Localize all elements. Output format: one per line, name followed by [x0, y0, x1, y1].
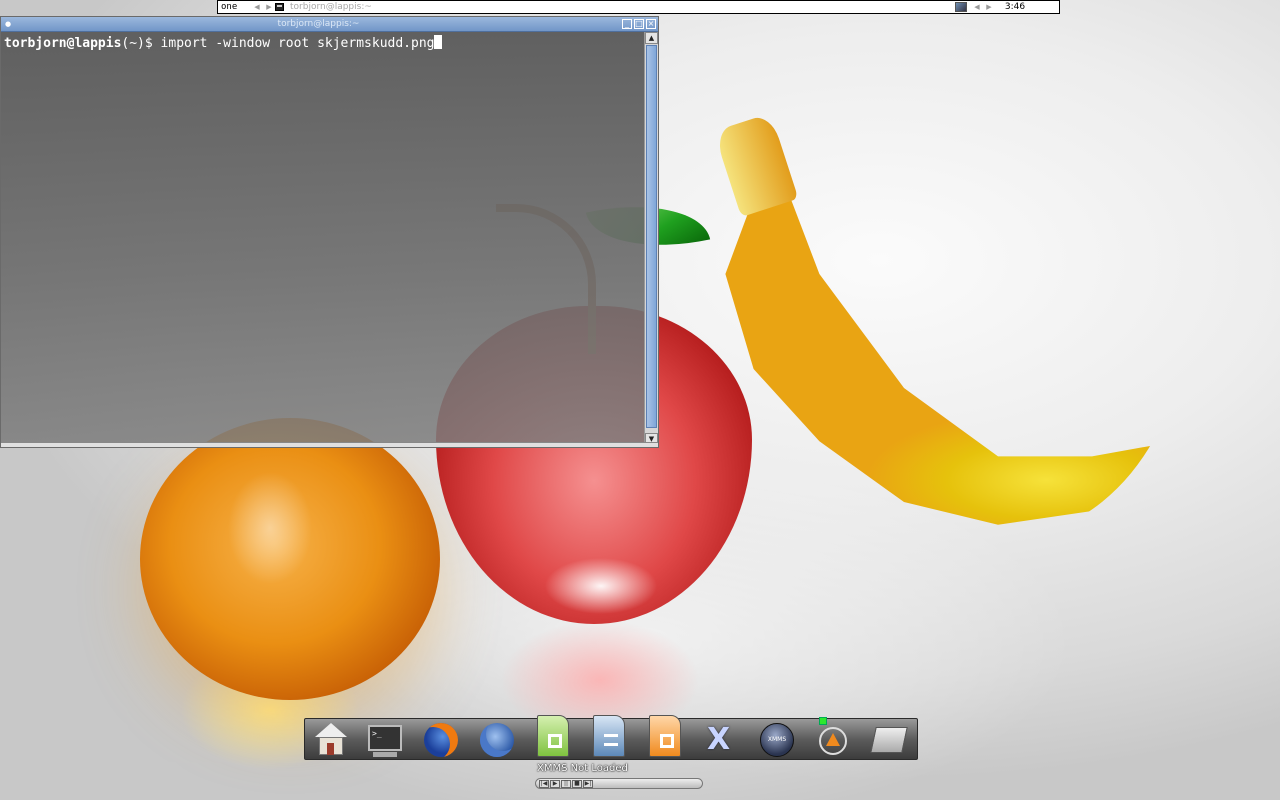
panel-clock: 3:46 [1004, 2, 1026, 12]
tray-next-icon[interactable]: ▶ [983, 3, 995, 11]
maximize-icon[interactable]: □ [634, 19, 644, 29]
workspace-next-icon[interactable]: ▶ [263, 3, 275, 11]
impress-document [649, 715, 681, 757]
wallpaper-glass-orange [140, 418, 440, 700]
terminal-window[interactable]: ● torbjorn@lappis:~ _ □ × torbjorn@lappi… [0, 16, 659, 448]
thunderbird-icon[interactable] [477, 721, 517, 759]
calculator-body [870, 727, 908, 753]
terminal-output[interactable]: torbjorn@lappis(~)$ import -window root … [1, 32, 643, 445]
xmms-pause-button[interactable]: || [561, 779, 571, 788]
top-panel: one ◀ ▶ torbjorn@lappis:~ ◀ ▶ 3:46 [217, 0, 1060, 14]
xmms-status: XMMS Not Loaded [537, 763, 628, 774]
workspace-prev-icon[interactable]: ◀ [251, 3, 263, 11]
draw-triangle [826, 733, 840, 746]
terminal-launcher-screen: >_ [368, 725, 402, 751]
x-logo-glyph: X [707, 722, 731, 757]
calc-grid-mark [548, 734, 562, 748]
taskbar-item-label: torbjorn@lappis:~ [290, 2, 372, 12]
running-indicator [819, 717, 827, 725]
openoffice-impress-icon[interactable] [645, 715, 685, 757]
home-folder-icon[interactable] [311, 721, 351, 759]
terminal-task-icon [275, 3, 284, 11]
impress-slide-mark [660, 734, 674, 748]
writer-document [593, 715, 625, 757]
wallpaper-glass-banana [713, 112, 1186, 540]
application-dock: >_ X XMMS [304, 715, 918, 760]
xmms-controls: |◀ ▶ || ■ ▶| [535, 778, 703, 789]
minimize-icon[interactable]: _ [622, 19, 632, 29]
terminal-window-title: torbjorn@lappis:~ [277, 19, 360, 29]
window-menu-icon[interactable]: ● [1, 17, 15, 31]
x-logo-icon[interactable]: X [701, 721, 741, 759]
writer-lines-mark [604, 734, 618, 746]
xmms-stop-button[interactable]: ■ [572, 779, 582, 788]
window-resize-handle[interactable] [1, 442, 658, 447]
text-cursor [434, 35, 443, 49]
xmms-icon-label: XMMS [767, 736, 787, 743]
terminal-title-bar[interactable]: ● torbjorn@lappis:~ _ □ × [1, 17, 658, 32]
calc-document [537, 715, 569, 757]
xmms-play-button[interactable]: ▶ [550, 779, 560, 788]
workspace-name[interactable]: one [218, 2, 251, 12]
home-roof [315, 723, 347, 737]
openoffice-calc-icon[interactable] [533, 715, 573, 757]
firefox-icon[interactable] [421, 721, 461, 759]
terminal-launcher-icon[interactable]: >_ [365, 721, 405, 759]
taskbar-item-terminal[interactable]: torbjorn@lappis:~ [275, 2, 955, 12]
banana-stem [713, 112, 799, 218]
firefox-globe [424, 723, 458, 757]
prompt-cwd: (~)$ [121, 36, 161, 51]
openoffice-draw-icon[interactable] [813, 717, 853, 759]
prompt-user-host: torbjorn@lappis [4, 36, 122, 51]
xmms-prev-button[interactable]: |◀ [539, 779, 549, 788]
terminal-scrollbar[interactable]: ▲ ▼ [644, 32, 658, 445]
banana-body [725, 175, 1177, 525]
tray-prev-icon[interactable]: ◀ [971, 3, 983, 11]
calculator-icon[interactable] [869, 721, 909, 759]
openoffice-writer-icon[interactable] [589, 715, 629, 757]
xmms-icon[interactable]: XMMS [757, 721, 797, 759]
xmms-next-button[interactable]: ▶| [583, 779, 593, 788]
thunderbird-globe [480, 723, 514, 757]
tray-network-icon[interactable] [955, 2, 967, 12]
terminal-launcher-base [373, 752, 397, 757]
close-icon[interactable]: × [646, 19, 656, 29]
scroll-up-icon[interactable]: ▲ [645, 32, 658, 44]
command-line: import -window root skjermskudd.png [160, 36, 435, 51]
scroll-thumb[interactable] [646, 45, 657, 428]
home-door [327, 743, 334, 755]
